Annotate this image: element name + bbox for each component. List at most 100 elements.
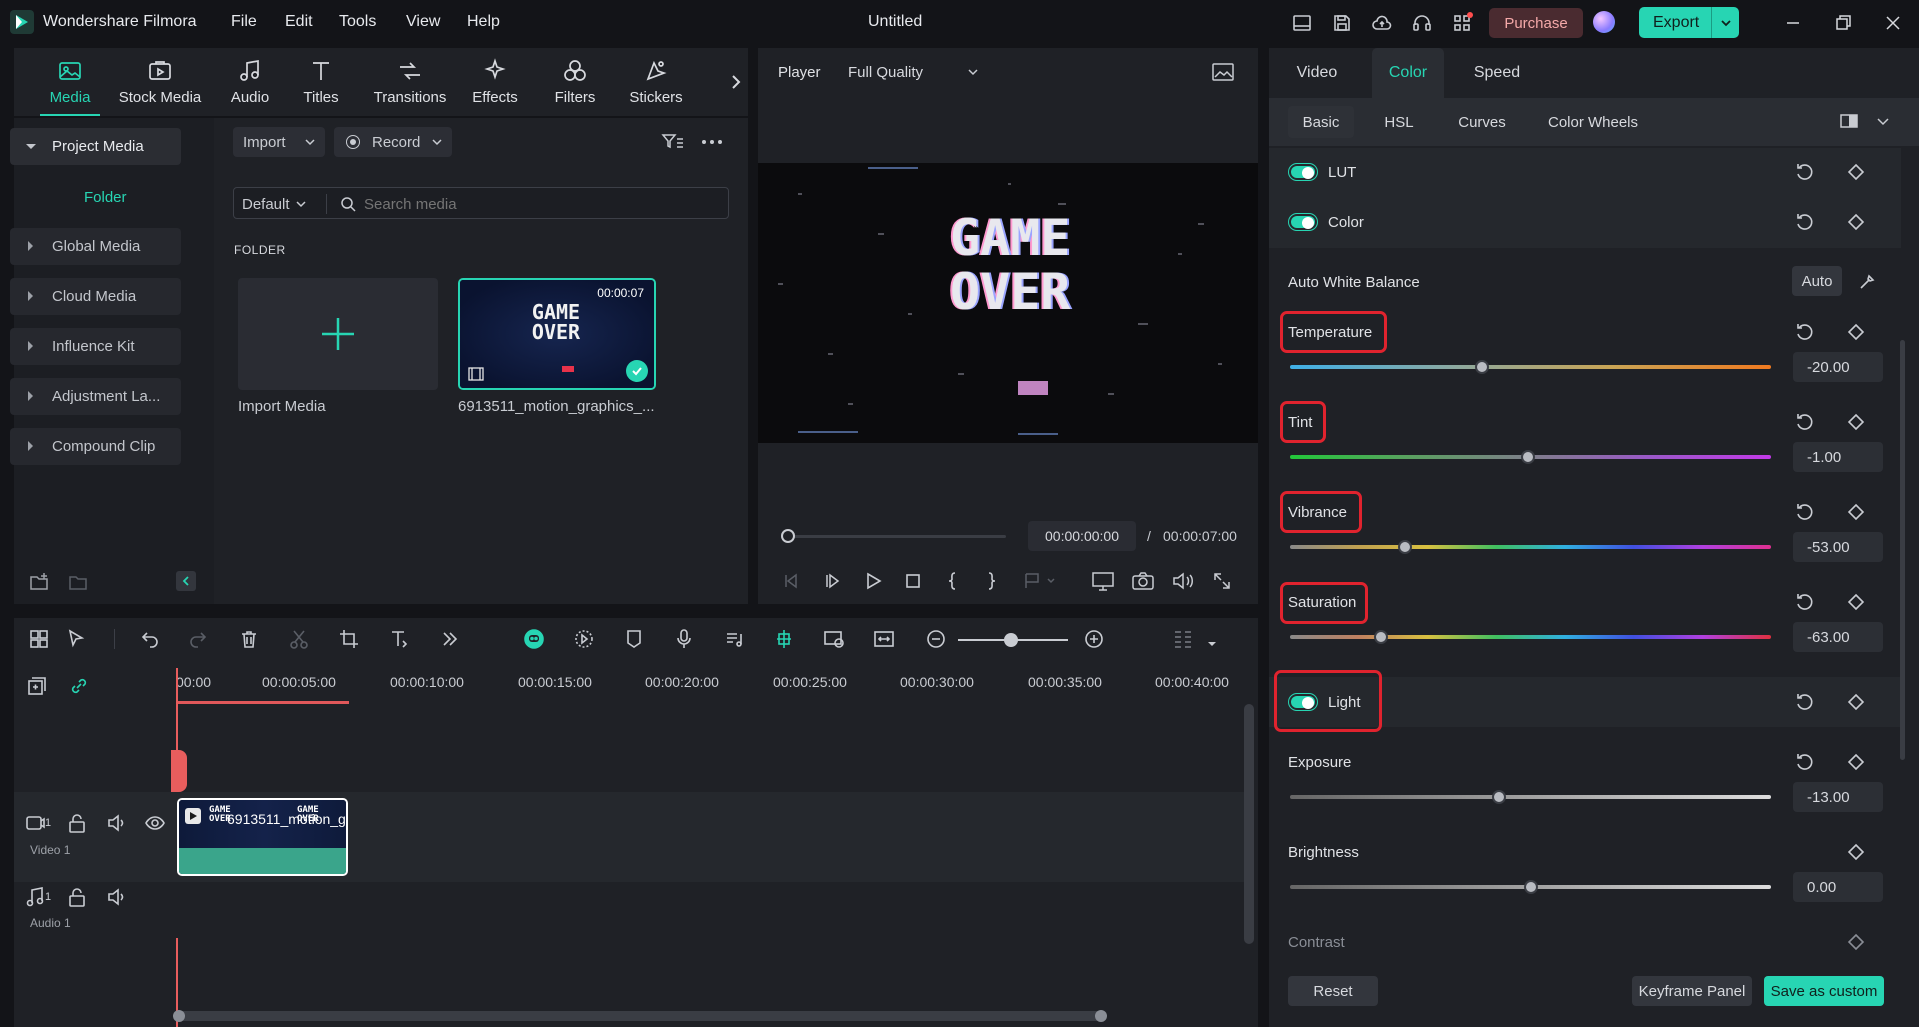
reset-icon[interactable]: [1794, 212, 1814, 232]
playhead-handle[interactable]: [171, 750, 187, 792]
play-icon[interactable]: [862, 570, 884, 592]
user-avatar[interactable]: [1593, 11, 1615, 33]
reset-icon[interactable]: [1794, 502, 1814, 522]
chevron-right-icon[interactable]: [728, 70, 744, 94]
slider-handle[interactable]: [1523, 880, 1538, 894]
sidebar-item-compound-clip[interactable]: Compound Clip: [10, 428, 181, 465]
speaker-icon[interactable]: [106, 812, 128, 834]
preview-render-icon[interactable]: [823, 628, 845, 650]
save-as-custom-button[interactable]: Save as custom: [1764, 976, 1884, 1006]
compare-view-icon[interactable]: [1839, 113, 1859, 129]
minimize-icon[interactable]: [1782, 12, 1804, 34]
keyframe-diamond-icon[interactable]: [1846, 412, 1866, 432]
quality-dropdown[interactable]: Full Quality: [838, 58, 988, 86]
properties-scrollbar[interactable]: [1900, 340, 1905, 760]
eye-icon[interactable]: [144, 812, 166, 834]
layout-grid-icon[interactable]: [28, 628, 50, 650]
video-preview[interactable]: GAME OVER: [758, 163, 1258, 443]
zoom-in-icon[interactable]: [1083, 628, 1105, 650]
lut-toggle[interactable]: [1288, 163, 1318, 181]
reset-icon[interactable]: [1794, 752, 1814, 772]
subtab-color-wheels[interactable]: Color Wheels: [1540, 106, 1646, 138]
zoom-slider-handle[interactable]: [1004, 633, 1018, 647]
import-dropdown[interactable]: Import: [233, 127, 325, 157]
keyframe-diamond-icon[interactable]: [1846, 162, 1866, 182]
vibrance-value[interactable]: -53.00: [1793, 532, 1883, 562]
new-folder-icon[interactable]: [28, 571, 50, 593]
reset-icon[interactable]: [1794, 692, 1814, 712]
sidebar-item-influence-kit[interactable]: Influence Kit: [10, 328, 181, 365]
more-tools-chevrons-icon[interactable]: [439, 628, 461, 650]
next-frame-icon[interactable]: [822, 570, 844, 592]
save-icon[interactable]: [1331, 12, 1353, 34]
menu-tools[interactable]: Tools: [339, 13, 376, 31]
sidebar-item-cloud-media[interactable]: Cloud Media: [10, 278, 181, 315]
reset-icon[interactable]: [1794, 322, 1814, 342]
tab-effects[interactable]: Effects: [465, 48, 525, 116]
lock-icon[interactable]: [66, 886, 88, 908]
tab-titles[interactable]: Titles: [291, 48, 351, 116]
delete-icon[interactable]: [238, 628, 260, 650]
purchase-button[interactable]: Purchase: [1489, 8, 1583, 38]
mark-out-icon[interactable]: [984, 570, 1000, 592]
chevron-down-icon[interactable]: [1207, 636, 1217, 646]
volume-icon[interactable]: [1171, 570, 1195, 592]
sort-dropdown[interactable]: Default: [242, 194, 306, 214]
layout-icon[interactable]: [1291, 12, 1313, 34]
ai-robot-icon[interactable]: [523, 628, 545, 650]
folder-icon[interactable]: [67, 571, 89, 593]
light-toggle[interactable]: [1288, 693, 1318, 711]
auto-reframe-icon[interactable]: [573, 628, 595, 650]
reset-icon[interactable]: [1794, 162, 1814, 182]
lock-icon[interactable]: [66, 812, 88, 834]
cloud-upload-icon[interactable]: [1371, 12, 1393, 34]
keyframe-diamond-icon[interactable]: [1846, 592, 1866, 612]
eyedropper-icon[interactable]: [1857, 272, 1877, 292]
sidebar-item-project-media[interactable]: Project Media: [10, 128, 181, 165]
subtab-basic[interactable]: Basic: [1288, 106, 1354, 138]
timeline-video-clip[interactable]: GAME OVER GAME OVER 6913511_motion_g...: [177, 798, 348, 876]
add-track-icon[interactable]: [26, 675, 48, 697]
subtab-hsl[interactable]: HSL: [1374, 106, 1424, 138]
tab-speed[interactable]: Speed: [1464, 48, 1530, 98]
audio-edit-icon[interactable]: [723, 628, 745, 650]
temperature-slider[interactable]: [1290, 360, 1771, 374]
keyframe-diamond-icon[interactable]: [1846, 692, 1866, 712]
select-cursor-icon[interactable]: [66, 628, 88, 650]
timeline-horizontal-scrollbar[interactable]: [173, 1010, 1107, 1022]
close-icon[interactable]: [1882, 12, 1904, 34]
keyframe-diamond-icon[interactable]: [1846, 322, 1866, 342]
auto-button[interactable]: Auto: [1792, 266, 1842, 296]
tint-value[interactable]: -1.00: [1793, 442, 1883, 472]
playback-scrubber[interactable]: [788, 535, 1006, 538]
apps-grid-icon[interactable]: [1451, 12, 1473, 34]
restore-icon[interactable]: [1832, 12, 1854, 34]
display-settings-icon[interactable]: [1091, 570, 1115, 592]
tab-audio[interactable]: Audio: [220, 48, 280, 116]
tab-video[interactable]: Video: [1284, 48, 1350, 98]
sidebar-item-folder[interactable]: Folder: [84, 189, 127, 206]
menu-view[interactable]: View: [406, 13, 440, 31]
track-options-icon[interactable]: [1172, 628, 1194, 650]
vibrance-slider[interactable]: [1290, 540, 1771, 554]
export-button[interactable]: Export: [1639, 7, 1739, 38]
timeline-ruler[interactable]: 00:00 00:00:05:00 00:00:10:00 00:00:15:00 00…: [176, 668, 1246, 698]
search-input[interactable]: [364, 192, 714, 216]
keyframe-diamond-icon[interactable]: [1846, 752, 1866, 772]
tab-color[interactable]: Color: [1372, 48, 1444, 98]
scissors-icon[interactable]: [288, 628, 310, 650]
keyframe-diamond-icon[interactable]: [1846, 842, 1866, 862]
fullscreen-icon[interactable]: [1211, 570, 1233, 592]
tab-media[interactable]: Media: [40, 48, 100, 116]
scrubber-handle[interactable]: [781, 529, 795, 543]
filter-sort-icon[interactable]: [661, 131, 685, 153]
media-clip-thumbnail[interactable]: 00:00:07 GAME OVER: [458, 278, 656, 390]
speaker-icon[interactable]: [106, 886, 128, 908]
undo-icon[interactable]: [139, 628, 161, 650]
more-options-icon[interactable]: [700, 131, 724, 153]
microphone-icon[interactable]: [673, 628, 695, 650]
link-icon[interactable]: [68, 675, 90, 697]
collapse-sidebar-button[interactable]: [176, 571, 196, 591]
text-tool-icon[interactable]: [389, 628, 411, 650]
add-marker-icon[interactable]: [1022, 570, 1058, 592]
